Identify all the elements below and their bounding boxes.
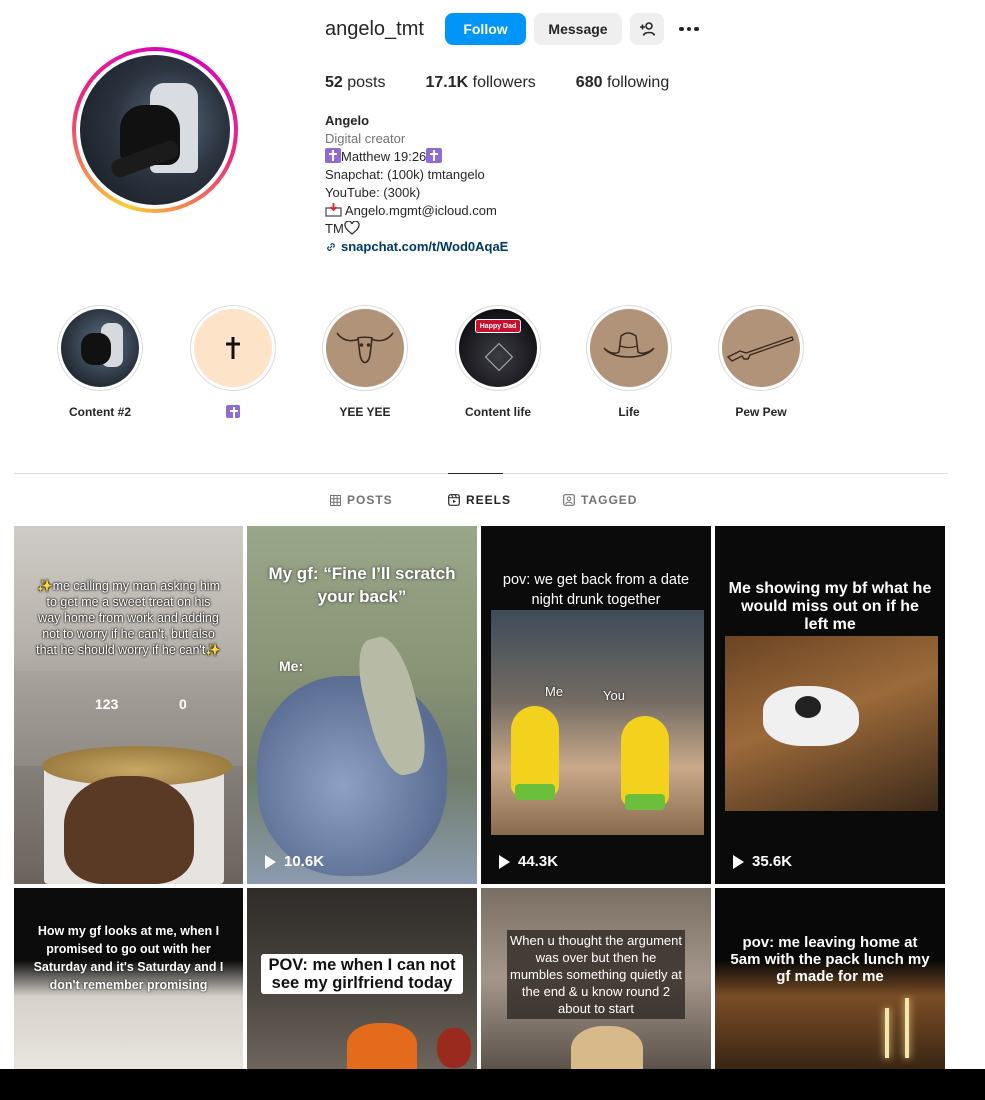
- tab-reels[interactable]: REELS: [448, 493, 511, 507]
- highlight-yee-yee[interactable]: YEE YEE: [322, 305, 408, 419]
- reel-overlay-label: You: [603, 688, 625, 703]
- reel-tile[interactable]: Me showing my bf what he would miss out …: [715, 526, 945, 884]
- reel-overlay-label: Me: [545, 684, 564, 699]
- posts-count: 52 posts: [325, 74, 386, 91]
- link-icon: [327, 243, 335, 251]
- reel-tile[interactable]: pov: me leaving home at 5am with the pac…: [715, 888, 945, 1069]
- reel-view-count: 35.6K: [733, 853, 792, 870]
- reel-tile[interactable]: POV: me when I can not see my girlfriend…: [247, 888, 477, 1069]
- cross-icon: [325, 148, 341, 163]
- reel-tile[interactable]: My gf: “Fine I’ll scratch your back” Me:…: [247, 526, 477, 884]
- profile-avatar[interactable]: [72, 47, 238, 213]
- reel-caption: How my gf looks at me, when I promised t…: [33, 924, 224, 992]
- reel-caption: When u thought the argument was over but…: [507, 930, 685, 1019]
- active-tab-indicator: [448, 473, 503, 474]
- reel-caption: pov: me leaving home at 5am with the pac…: [730, 934, 930, 985]
- tagged-user-icon: [563, 494, 575, 506]
- bio-tm: TM: [325, 220, 625, 238]
- bio-verse: Matthew 19:26: [325, 148, 625, 166]
- highlight-cover: [61, 309, 139, 387]
- highlight-cover: [590, 309, 668, 387]
- following-count[interactable]: 680 following: [576, 74, 669, 92]
- play-icon: [733, 854, 744, 869]
- highlight-content-life[interactable]: Happy Dad Content life: [455, 305, 541, 419]
- reel-caption: pov: we get back from a date night drunk…: [502, 572, 690, 608]
- bio-name: Angelo: [325, 113, 370, 128]
- followers-count[interactable]: 17.1K followers: [426, 74, 536, 92]
- latin-cross-icon: [226, 337, 240, 359]
- profile-username: angelo_tmt: [325, 18, 424, 40]
- reel-caption: ✨me calling my man asking him to get me …: [36, 579, 221, 657]
- cross-icon: [226, 405, 240, 418]
- more-options-icon[interactable]: [676, 16, 702, 42]
- add-user-icon: [640, 22, 655, 36]
- avatar-photo: [80, 55, 230, 205]
- highlight-cover: Happy Dad: [459, 309, 537, 387]
- reels-icon: [448, 494, 460, 506]
- profile-bio: Angelo Digital creator Matthew 19:26 Sna…: [325, 112, 625, 256]
- profile-stats: 52 posts 17.1K followers 680 following: [325, 74, 709, 92]
- bio-email: Angelo.mgmt@icloud.com: [325, 202, 625, 220]
- tab-posts[interactable]: POSTS: [330, 493, 393, 507]
- cowboy-hat-icon: [603, 332, 655, 358]
- bio-category: Digital creator: [325, 131, 406, 146]
- reel-view-count: 44.3K: [499, 853, 558, 870]
- play-icon: [499, 854, 510, 869]
- grid-icon: [330, 494, 341, 506]
- highlight-cover: [722, 309, 800, 387]
- reel-overlay-number: 0: [179, 696, 187, 712]
- play-icon: [265, 854, 276, 869]
- highlight-cross[interactable]: [190, 305, 276, 419]
- tab-tagged[interactable]: TAGGED: [563, 493, 637, 507]
- rifle-icon: [726, 336, 794, 362]
- reel-overlay-label: Me:: [279, 658, 304, 674]
- highlight-content-2[interactable]: Content #2: [57, 305, 143, 419]
- cross-icon: [426, 148, 443, 163]
- screen-bottom-bar: [0, 1069, 985, 1100]
- bull-skull-icon: [336, 332, 394, 364]
- reel-overlay-number: 123: [95, 696, 119, 712]
- reel-tile[interactable]: When u thought the argument was over but…: [481, 888, 711, 1069]
- happy-dad-badge: Happy Dad: [475, 319, 521, 333]
- reel-caption: Me showing my bf what he would miss out …: [728, 580, 932, 633]
- message-button[interactable]: Message: [534, 13, 622, 45]
- inbox-tray-icon: [325, 203, 342, 217]
- reel-caption: My gf: “Fine I’ll scratch your back”: [268, 564, 456, 606]
- bio-snapchat: Snapchat: (100k) tmtangelo: [325, 167, 485, 182]
- highlight-pew-pew[interactable]: Pew Pew: [718, 305, 804, 419]
- heart-icon: [344, 220, 360, 235]
- suggest-users-button[interactable]: [630, 13, 664, 45]
- reel-caption: POV: me when I can not see my girlfriend…: [261, 954, 463, 994]
- reel-tile[interactable]: ✨me calling my man asking him to get me …: [14, 526, 243, 884]
- reel-view-count: 10.6K: [265, 853, 324, 870]
- highlight-life[interactable]: Life: [586, 305, 672, 419]
- bio-link[interactable]: snapchat.com/t/Wod0AqaE: [325, 238, 625, 256]
- follow-button[interactable]: Follow: [445, 13, 526, 45]
- highlight-cover: [326, 309, 404, 387]
- bio-youtube: YouTube: (300k): [325, 185, 421, 200]
- reel-tile[interactable]: How my gf looks at me, when I promised t…: [14, 888, 243, 1069]
- reel-tile[interactable]: pov: we get back from a date night drunk…: [481, 526, 711, 884]
- highlight-cover: [194, 309, 272, 387]
